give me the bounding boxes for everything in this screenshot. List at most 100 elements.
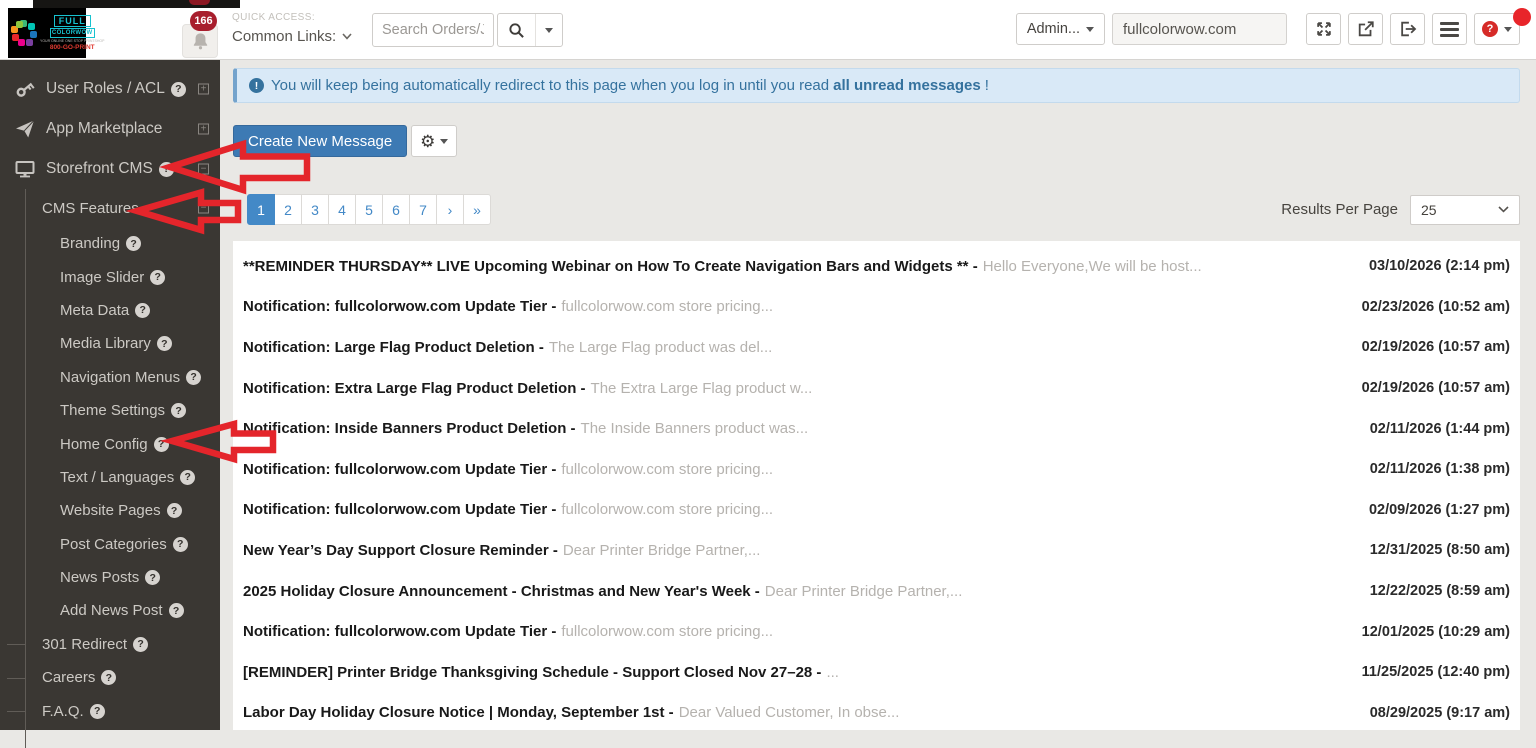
message-date: 12/22/2025 (8:59 am) — [1370, 583, 1510, 599]
message-title: **REMINDER THURSDAY** LIVE Upcoming Webi… — [243, 258, 978, 275]
page-button-4[interactable]: 4 — [328, 194, 356, 225]
collapse-icon[interactable]: − — [198, 203, 209, 214]
page-button-5[interactable]: 5 — [355, 194, 383, 225]
sidebar-item-navigation-menus[interactable]: Navigation Menus ? — [0, 361, 220, 394]
help-icon[interactable]: ? — [171, 403, 186, 418]
help-icon[interactable]: ? — [157, 336, 172, 351]
help-icon: ? — [1482, 21, 1498, 37]
help-icon[interactable]: ? — [154, 437, 169, 452]
store-domain-field[interactable]: fullcolorwow.com — [1112, 13, 1287, 45]
message-date: 12/01/2025 (10:29 am) — [1362, 624, 1510, 640]
quick-access: QUICK ACCESS: Common Links: — [232, 12, 352, 45]
help-icon[interactable]: ? — [169, 603, 184, 618]
sidebar-item-storefront-cms[interactable]: Storefront CMS ? − — [0, 149, 220, 189]
sidebar-item-news-posts[interactable]: News Posts ? — [0, 561, 220, 594]
sidebar-item-user-roles-acl[interactable]: User Roles / ACL ? + — [0, 69, 220, 109]
help-icon[interactable]: ? — [126, 236, 141, 251]
message-title: 2025 Holiday Closure Announcement - Chri… — [243, 583, 760, 600]
unread-messages-alert: ! You will keep being automatically redi… — [233, 68, 1520, 103]
sidebar-item-theme-settings[interactable]: Theme Settings ? — [0, 394, 220, 427]
help-icon[interactable]: ? — [167, 503, 182, 518]
collapse-icon[interactable]: − — [198, 164, 209, 175]
sidebar-item-faq[interactable]: F.A.Q. ? — [0, 694, 220, 727]
page-button-3[interactable]: 3 — [301, 194, 329, 225]
sidebar-item-post-categories[interactable]: Post Categories ? — [0, 528, 220, 561]
page-button-7[interactable]: 7 — [409, 194, 437, 225]
help-icon[interactable]: ? — [145, 570, 160, 585]
order-search — [372, 13, 563, 47]
help-icon[interactable]: ? — [90, 704, 105, 719]
sidebar-item-branding[interactable]: Branding ? — [0, 227, 220, 260]
message-settings-dropdown[interactable]: ⚙ — [411, 125, 457, 157]
chevron-down-icon — [342, 33, 352, 40]
sidebar-item-careers[interactable]: Careers ? — [0, 661, 220, 694]
message-row[interactable]: Notification: Extra Large Flag Product D… — [241, 368, 1512, 409]
help-icon[interactable]: ? — [180, 470, 195, 485]
page-next-button[interactable]: › — [436, 194, 464, 225]
badge-overflow-arc — [189, 0, 210, 5]
notification-count-badge[interactable]: 166 — [190, 11, 217, 31]
common-links-dropdown[interactable]: Common Links: — [232, 28, 352, 45]
sidebar-item-website-pages[interactable]: Website Pages ? — [0, 494, 220, 527]
message-row[interactable]: Notification: fullcolorwow.com Update Ti… — [241, 611, 1512, 652]
message-date: 02/23/2026 (10:52 am) — [1362, 299, 1510, 315]
results-per-page-label: Results Per Page — [1281, 201, 1398, 218]
message-row[interactable]: [REMINDER] Printer Bridge Thanksgiving S… — [241, 652, 1512, 693]
message-row[interactable]: Notification: fullcolorwow.com Update Ti… — [241, 449, 1512, 490]
expand-icon[interactable]: + — [198, 84, 209, 95]
help-icon[interactable]: ? — [135, 303, 150, 318]
gear-icon: ⚙ — [420, 133, 435, 150]
message-title: Notification: fullcolorwow.com Update Ti… — [243, 501, 556, 518]
monitor-icon — [14, 159, 36, 179]
page-button-2[interactable]: 2 — [274, 194, 302, 225]
sidebar-item-text-languages[interactable]: Text / Languages ? — [0, 461, 220, 494]
logout-button[interactable] — [1390, 13, 1425, 45]
search-button[interactable] — [498, 14, 536, 46]
caret-down-icon — [440, 139, 448, 144]
search-icon — [508, 22, 525, 39]
message-preview: The Extra Large Flag product w... — [591, 380, 813, 397]
help-icon[interactable]: ? — [171, 82, 186, 97]
help-icon[interactable]: ? — [159, 162, 174, 177]
page-button-6[interactable]: 6 — [382, 194, 410, 225]
message-row[interactable]: Notification: Large Flag Product Deletio… — [241, 327, 1512, 368]
results-per-page-select[interactable]: 25 — [1410, 195, 1520, 225]
message-row[interactable]: Notification: fullcolorwow.com Update Ti… — [241, 287, 1512, 328]
sidebar-item-media-library[interactable]: Media Library ? — [0, 327, 220, 360]
help-icon[interactable]: ? — [101, 670, 116, 685]
help-icon[interactable]: ? — [150, 270, 165, 285]
key-icon — [14, 79, 36, 99]
create-new-message-button[interactable]: Create New Message — [233, 125, 407, 157]
message-row[interactable]: New Year’s Day Support Closure Reminder … — [241, 530, 1512, 571]
page-last-button[interactable]: » — [463, 194, 491, 225]
message-title: Notification: fullcolorwow.com Update Ti… — [243, 623, 556, 640]
menu-button[interactable] — [1432, 13, 1467, 45]
message-row[interactable]: Notification: fullcolorwow.com Update Ti… — [241, 490, 1512, 531]
top-header: FULL COLORWOW YOUR ONLINE ONE STOP PRINT… — [0, 0, 1536, 60]
search-input[interactable] — [372, 13, 494, 47]
sidebar-item-cms-features[interactable]: CMS Features − — [0, 189, 220, 227]
store-logo[interactable]: FULL COLORWOW YOUR ONLINE ONE STOP PRINT… — [8, 8, 86, 58]
message-row[interactable]: Notification: Inside Banners Product Del… — [241, 408, 1512, 449]
page-button-1[interactable]: 1 — [247, 194, 275, 225]
message-row[interactable]: 2025 Holiday Closure Announcement - Chri… — [241, 571, 1512, 612]
sidebar-item-add-news-post[interactable]: Add News Post ? — [0, 594, 220, 627]
message-row[interactable]: **REMINDER THURSDAY** LIVE Upcoming Webi… — [241, 246, 1512, 287]
sidebar-item-image-slider[interactable]: Image Slider ? — [0, 260, 220, 293]
sidebar-item-meta-data[interactable]: Meta Data ? — [0, 294, 220, 327]
search-options-dropdown[interactable] — [536, 14, 562, 46]
message-row[interactable]: Labor Day Holiday Closure Notice | Monda… — [241, 693, 1512, 730]
open-storefront-button[interactable] — [1348, 13, 1383, 45]
expand-icon[interactable]: + — [198, 124, 209, 135]
external-link-icon — [1357, 20, 1375, 38]
storefront-cms-submenu: CMS Features − Branding ? Image Slider ?… — [0, 189, 220, 728]
fullscreen-button[interactable] — [1306, 13, 1341, 45]
help-icon[interactable]: ? — [173, 537, 188, 552]
sidebar-item-app-marketplace[interactable]: App Marketplace + — [0, 109, 220, 149]
sidebar-item-home-config[interactable]: Home Config ? — [0, 427, 220, 460]
help-icon[interactable]: ? — [186, 370, 201, 385]
message-preview: Hello Everyone,We will be host... — [983, 258, 1202, 275]
sidebar-item-301-redirect[interactable]: 301 Redirect ? — [0, 628, 220, 661]
help-icon[interactable]: ? — [133, 637, 148, 652]
admin-menu-button[interactable]: Admin... — [1016, 13, 1105, 45]
